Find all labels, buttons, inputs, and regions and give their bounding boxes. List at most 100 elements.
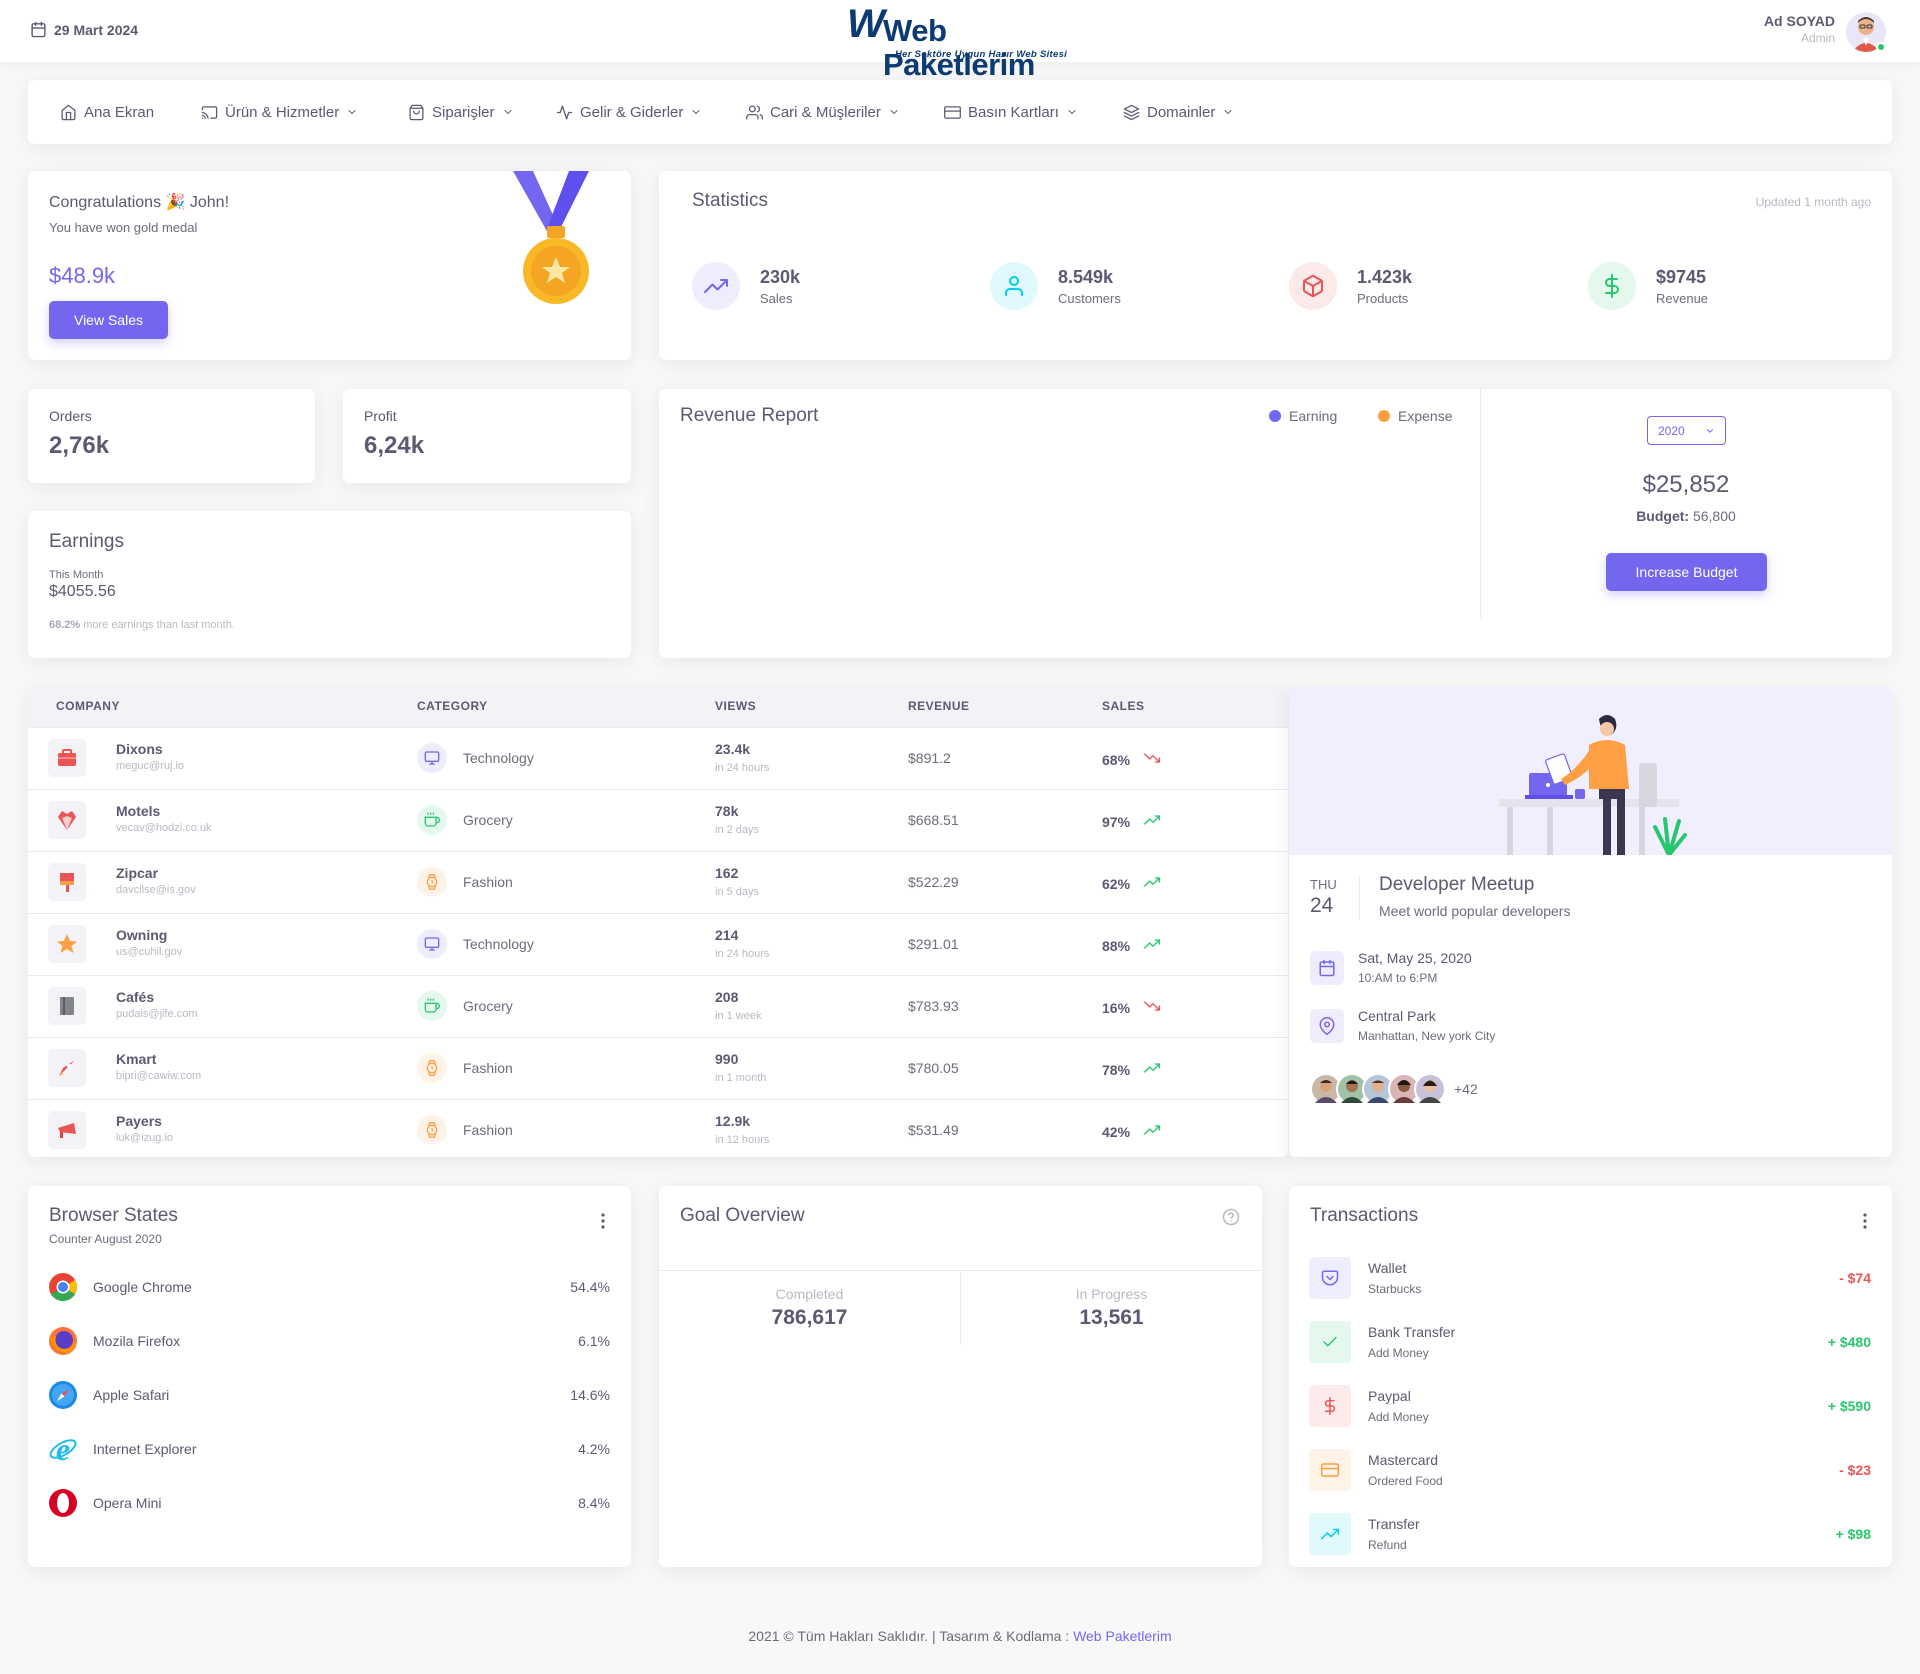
chevron-down-icon: [1068, 110, 1076, 114]
revenue-divider: [1480, 389, 1481, 618]
table-row[interactable]: Cafés pudais@jife.com Grocery 208 in 1 week $…: [28, 975, 1288, 1037]
views-cell: 208 in 1 week: [715, 989, 761, 1022]
sales-cell: 97%: [1102, 812, 1161, 831]
transaction-row-paypal[interactable]: Paypal Add Money + $590: [1309, 1374, 1871, 1438]
transaction-row-wallet[interactable]: Wallet Starbucks - $74: [1309, 1246, 1871, 1310]
goal-completed-label: Completed: [775, 1286, 844, 1302]
table-row[interactable]: Motels vecav@hodzi.co.uk Grocery 78k in 2 da…: [28, 789, 1288, 851]
transaction-row-transfer[interactable]: Transfer Refund + $98: [1309, 1502, 1871, 1566]
transaction-sub: Starbucks: [1368, 1282, 1422, 1296]
header-views: VIEWS: [715, 699, 757, 713]
more-vertical-icon[interactable]: [598, 1212, 608, 1230]
profit-card: Profit 6,24k: [343, 389, 631, 483]
company-email: us@cuhil.gov: [116, 946, 183, 958]
table-row[interactable]: Kmart bipri@cawiw.com Fashion 990 in 1 month…: [28, 1037, 1288, 1099]
nav-item-ana-ekran[interactable]: Ana Ekran: [60, 80, 154, 144]
sales-value: 88%: [1102, 937, 1131, 954]
transaction-row-bank-transfer[interactable]: Bank Transfer Add Money + $480: [1309, 1310, 1871, 1374]
company-name: Payers: [116, 1113, 162, 1129]
svg-text:e: e: [56, 1434, 70, 1464]
shopping-bag-icon: [409, 104, 424, 120]
company-email: luk@izug.io: [116, 1132, 174, 1144]
user-info[interactable]: Ad SOYAD Admin: [1700, 13, 1835, 45]
stat-revenue: $9745 Revenue: [1588, 262, 1708, 310]
nav-item-siparisler[interactable]: Siparişler: [408, 80, 514, 144]
company-cell: Zipcar davcilse@is.gov: [116, 865, 196, 896]
site-logo[interactable]: W Web Paketlerim Her Sektöre Uygun Hazır…: [845, 0, 1090, 82]
nav-label: Cari & Müşleriler: [770, 103, 881, 121]
congrats-subtitle: You have won gold medal: [49, 220, 198, 235]
transactions-card: Transactions Wallet Starbucks - $74 Bank …: [1289, 1186, 1892, 1567]
help-circle-icon[interactable]: [1222, 1208, 1240, 1226]
nav-item-basin-kartlari[interactable]: Basın Kartları: [944, 80, 1078, 144]
legend-earning: Earning: [1269, 408, 1337, 424]
views-period: in 24 hours: [715, 762, 770, 774]
browser-pct: 4.2%: [578, 1441, 610, 1457]
transaction-row-mastercard[interactable]: Mastercard Ordered Food - $23: [1309, 1438, 1871, 1502]
browser-pct: 54.4%: [570, 1279, 610, 1295]
company-name: Zipcar: [116, 865, 159, 881]
table-row[interactable]: Dixons meguc@ruj.io Technology 23.4k in 24 h…: [28, 727, 1288, 789]
views-period: in 2 days: [715, 824, 760, 836]
company-email: meguc@ruj.io: [116, 760, 185, 772]
view-sales-button[interactable]: View Sales: [49, 301, 168, 339]
transaction-sub: Add Money: [1368, 1410, 1429, 1424]
pocket-icon: [1309, 1257, 1351, 1299]
increase-budget-button[interactable]: Increase Budget: [1606, 553, 1767, 591]
stat-label: Revenue: [1656, 290, 1709, 306]
views-value: 208: [715, 989, 739, 1005]
table-header: COMPANY CATEGORY VIEWS REVENUE SALES: [28, 687, 1288, 727]
cast-icon: [201, 105, 218, 119]
views-period: in 1 month: [715, 1072, 767, 1084]
sales-cell: 88%: [1102, 936, 1161, 955]
goal-overview-card: Goal Overview Completed 786,617 In Progr…: [659, 1186, 1262, 1567]
nav-label: Basın Kartları: [968, 103, 1059, 121]
footer-link[interactable]: Web Paketlerim: [1073, 1628, 1172, 1644]
sales-cell: 78%: [1102, 1060, 1161, 1079]
earnings-note-pct: 68.2%: [49, 619, 81, 631]
header-sales: SALES: [1102, 699, 1145, 713]
sales-value: 62%: [1102, 875, 1131, 892]
browser-row-opera: Opera Mini 8.4%: [48, 1476, 610, 1530]
watch-icon: [417, 1053, 447, 1083]
nav-item-urun-hizmetler[interactable]: Ürün & Hizmetler: [201, 80, 358, 144]
transaction-amount: + $590: [1827, 1398, 1871, 1414]
meetup-time: 10:AM to 6:PM: [1358, 971, 1438, 985]
trending-up-icon: [1144, 874, 1161, 893]
company-table: COMPANY CATEGORY VIEWS REVENUE SALES Dix…: [28, 687, 1288, 1157]
table-row[interactable]: Zipcar davcilse@is.gov Fashion 162 in 5 days…: [28, 851, 1288, 913]
box-icon: [1289, 262, 1337, 310]
revenue-report-card: Revenue Report Earning Expense 2020 $25,…: [659, 389, 1892, 658]
meetup-day: THU: [1310, 877, 1337, 892]
views-value: 12.9k: [715, 1113, 751, 1129]
company-cell: Cafés pudais@jife.com: [116, 989, 197, 1020]
transaction-name: Transfer: [1368, 1516, 1420, 1532]
company-cell: Dixons meguc@ruj.io: [116, 741, 184, 772]
earnings-card: Earnings This Month $4055.56 68.2% more …: [28, 511, 631, 658]
company-cell: Kmart bipri@cawiw.com: [116, 1051, 201, 1082]
nav-item-gelir-giderler[interactable]: Gelir & Giderler: [556, 80, 702, 144]
extra-attendees: +42: [1454, 1081, 1478, 1097]
stat-products: 1.423k Products: [1289, 262, 1412, 310]
revenue-value: $522.29: [908, 874, 959, 890]
company-logo-icon: [48, 863, 86, 901]
more-vertical-icon[interactable]: [1860, 1212, 1870, 1230]
company-logo-icon: [48, 925, 86, 963]
credit-card-icon: [1309, 1449, 1351, 1491]
attendee-avatars: +42: [1310, 1073, 1478, 1105]
trending-up-icon: [1144, 1060, 1161, 1079]
table-row[interactable]: Payers luk@izug.io Fashion 12.9k in 12 hours…: [28, 1099, 1288, 1157]
nav-item-cari-musteriler[interactable]: Cari & Müşleriler: [746, 80, 900, 144]
year-select[interactable]: 2020: [1647, 416, 1726, 445]
category-label: Fashion: [463, 874, 513, 890]
home-icon: [61, 104, 76, 120]
company-cell: Owning us@cuhil.gov: [116, 927, 182, 958]
browser-row-safari: Apple Safari 14.6%: [48, 1368, 610, 1422]
nav-item-domainler[interactable]: Domainler: [1123, 80, 1234, 144]
dollar-sign-icon: [1309, 1385, 1351, 1427]
revenue-value: $891.2: [908, 750, 951, 766]
goal-completed-value: 786,617: [771, 1306, 848, 1329]
avatar[interactable]: [1414, 1073, 1446, 1105]
table-row[interactable]: Owning us@cuhil.gov Technology 214 in 24 hou…: [28, 913, 1288, 975]
category-label: Grocery: [463, 998, 513, 1014]
